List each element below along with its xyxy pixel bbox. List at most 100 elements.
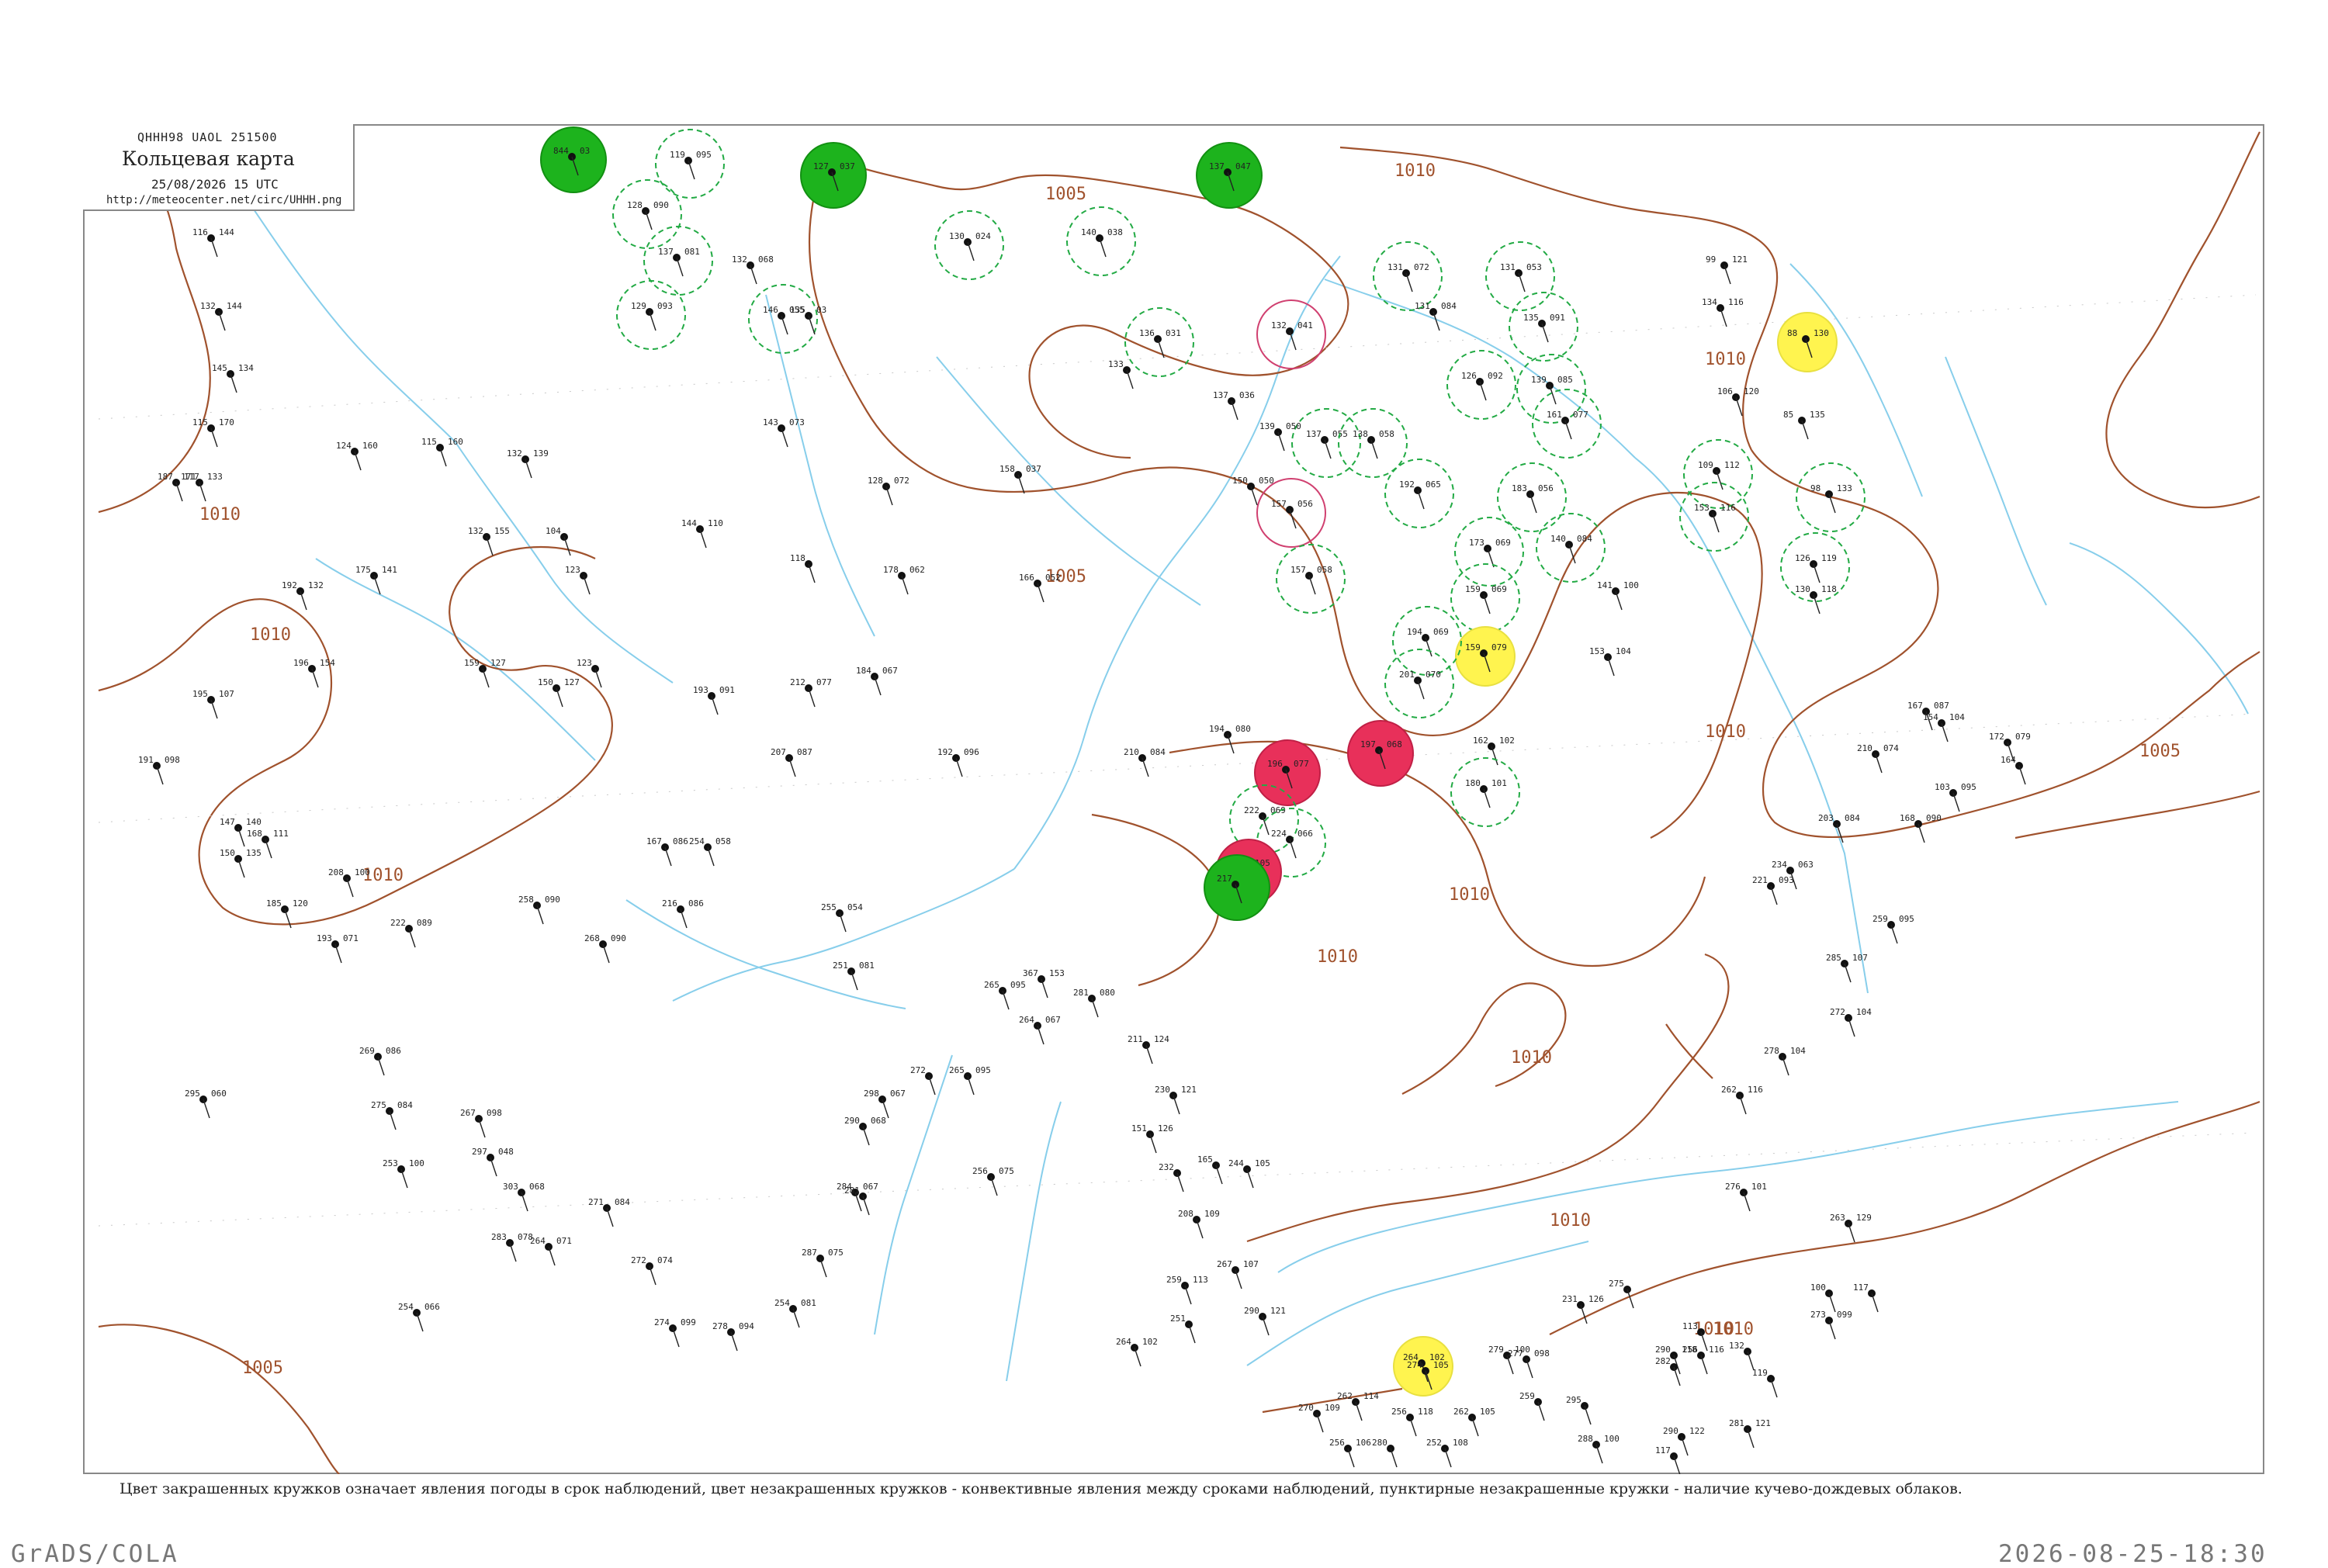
- wind-barb: [416, 1312, 424, 1332]
- wind-barb: [2018, 765, 2026, 785]
- isobar-label: 1010: [250, 625, 291, 645]
- wind-barb: [1541, 323, 1549, 343]
- station-plot: 157 056: [1256, 478, 1326, 548]
- station-pressure-value: 131: [1500, 262, 1516, 272]
- isobar-line: [1665, 1023, 1713, 1079]
- station-tendency-value: 037: [1026, 464, 1041, 474]
- station-plot: 151 126: [1131, 1123, 1173, 1154]
- station-pressure-value: 184: [856, 666, 871, 676]
- station-pressure-value: 157: [1290, 565, 1306, 575]
- station-pressure-value: 259: [1872, 914, 1888, 924]
- station-tendency-value: 126: [1588, 1294, 1604, 1304]
- station-plot: 303 068: [503, 1182, 545, 1212]
- wind-barb: [707, 846, 715, 867]
- station-pressure-value: 279: [1488, 1345, 1504, 1355]
- wind-barb: [210, 237, 218, 258]
- station-plot: 196 077: [1254, 739, 1321, 806]
- station-plot: 115 160: [421, 437, 463, 467]
- station-pressure-value: 127: [813, 161, 829, 171]
- station-plot: 231 126: [1562, 1294, 1604, 1324]
- wind-barb: [1723, 265, 1731, 285]
- station-tendency-value: 116: [1709, 1345, 1724, 1355]
- station-pressure-value: 100: [1810, 1282, 1826, 1293]
- isobar-line: [809, 154, 1217, 493]
- wind-barb: [594, 668, 602, 688]
- station-tendency-value: 108: [1453, 1438, 1468, 1448]
- wind-barb: [1231, 400, 1238, 421]
- station-tendency-value: 079: [2015, 732, 2031, 742]
- wind-barb: [1529, 493, 1537, 514]
- wind-barb: [1720, 307, 1727, 327]
- station-pressure-value: 145: [212, 363, 227, 373]
- station-plot: 132: [1729, 1341, 1755, 1371]
- station-pressure-value: 208: [1178, 1209, 1193, 1219]
- station-tendency-value: 054: [847, 902, 863, 912]
- wind-barb: [548, 1246, 556, 1266]
- station-tendency-value: 107: [1243, 1259, 1259, 1269]
- station-pressure-value: 126: [1795, 553, 1810, 563]
- station-tendency-value: 139: [533, 448, 549, 459]
- isobar-label: 1005: [2139, 742, 2181, 761]
- station-tendency-value: 096: [964, 747, 979, 757]
- wind-barb: [1091, 998, 1099, 1018]
- wind-barb: [175, 482, 183, 502]
- wind-barb: [850, 971, 858, 991]
- station-tendency-value: 092: [1488, 371, 1503, 381]
- station-pressure-value: 192: [282, 580, 297, 590]
- station-tendency-value: 038: [1107, 227, 1123, 237]
- station-plot: 193 091: [693, 685, 735, 715]
- station-pressure-value: 140: [1550, 534, 1566, 544]
- station-plot: 126 092: [1446, 350, 1516, 420]
- station-tendency-value: 102: [1499, 736, 1515, 746]
- station-plot: 278 104: [1764, 1046, 1806, 1076]
- wind-barb: [792, 1308, 800, 1328]
- station-pressure-value: 126: [1461, 371, 1477, 381]
- map-canvas: 1015 1010 1005 1010 1010 1010 1010 1005 …: [98, 124, 2260, 1474]
- station-pressure-value: 265: [949, 1065, 965, 1075]
- station-pressure-value: 132: [200, 301, 216, 311]
- wind-barb: [1099, 237, 1107, 258]
- station-pressure-value: 106: [1717, 386, 1733, 396]
- station-tendency-value: 134: [238, 363, 254, 373]
- station-tendency-value: 106: [1356, 1438, 1371, 1448]
- station-plot: 271 084: [588, 1197, 630, 1227]
- station-pressure-value: 258: [518, 895, 534, 905]
- station-pressure-value: 117: [1655, 1445, 1671, 1456]
- station-pressure-value: 132: [1729, 1341, 1744, 1351]
- wind-barb: [1417, 680, 1425, 700]
- station-plot: 159 069: [1450, 563, 1520, 633]
- station-pressure-value: 109: [1698, 460, 1713, 470]
- isobar-label: 1010: [1511, 1048, 1552, 1068]
- station-tendency-value: 050: [1259, 476, 1274, 486]
- station-pressure-value: 254: [689, 836, 705, 846]
- station-tendency-value: 112: [1724, 460, 1740, 470]
- station-plot: 128 090: [612, 179, 682, 249]
- station-plot: 262 105: [1453, 1407, 1495, 1437]
- station-pressure-value: 290: [1663, 1426, 1678, 1436]
- station-tendency-value: 079: [1491, 642, 1507, 652]
- station-plot: 157 058: [1276, 544, 1346, 614]
- station-pressure-value: 195: [192, 689, 208, 699]
- station-pressure-value: 161: [1547, 410, 1562, 420]
- station-plot: 264 102: [1116, 1337, 1158, 1367]
- station-tendency-value: 036: [1239, 390, 1255, 400]
- station-tendency-value: 03: [816, 305, 826, 315]
- station-plot: 216 086: [662, 898, 704, 929]
- station-tendency-value: 127: [564, 677, 580, 687]
- station-pressure-value: 192: [1399, 479, 1415, 490]
- wind-barb: [1681, 1436, 1689, 1456]
- wind-barb: [808, 687, 816, 708]
- station-tendency-value: 121: [1270, 1306, 1286, 1316]
- wind-barb: [1595, 1444, 1603, 1464]
- wind-barb: [1483, 788, 1491, 808]
- wind-barb: [1483, 594, 1491, 614]
- station-tendency-value: 107: [219, 689, 234, 699]
- station-pressure-value: 137: [1213, 390, 1228, 400]
- wind-barb: [525, 459, 532, 479]
- station-plot: 244 105: [1228, 1158, 1270, 1189]
- station-tendency-value: 056: [1297, 499, 1313, 509]
- station-plot: 295 060: [185, 1089, 227, 1119]
- river: [672, 868, 1015, 1002]
- wind-barb: [1491, 746, 1498, 766]
- station-plot: 287 075: [802, 1248, 844, 1278]
